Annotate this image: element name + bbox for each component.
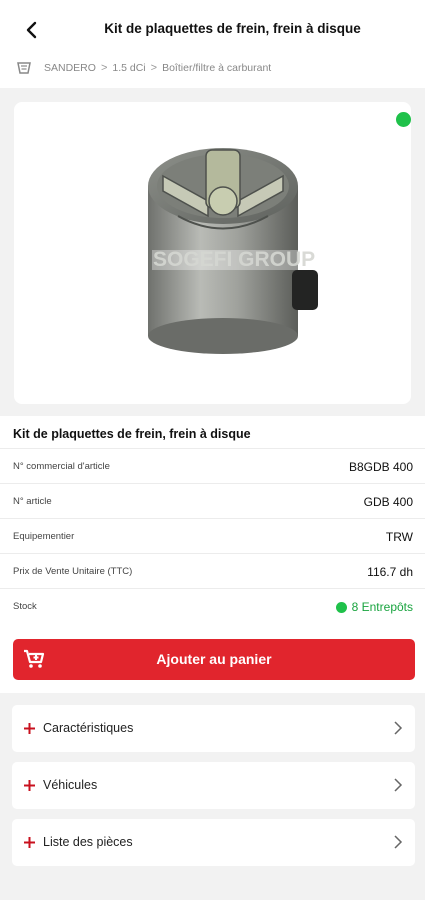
section-label: Liste des pièces [43, 835, 133, 849]
price-value: 116.7 dh [367, 565, 413, 579]
section-label: Caractéristiques [43, 721, 134, 735]
availability-indicator [396, 112, 411, 127]
fuel-filter-image: SOGEFI GROUP [148, 148, 324, 354]
arrow-left-icon [26, 21, 37, 39]
dacia-logo-icon [16, 60, 32, 76]
stock-value: 8 Entrepôts [351, 600, 413, 614]
stock-dot-icon [335, 601, 347, 613]
add-to-cart-label: Ajouter au panier [156, 651, 272, 667]
spec-value: GDB 400 [363, 495, 413, 509]
spec-row-commercial-number: N° commercial d'article B8GDB 400 [0, 448, 425, 483]
spec-row-manufacturer: Equipementier TRW [0, 518, 425, 553]
page-title: Kit de plaquettes de frein, frein à disq… [104, 21, 361, 36]
section-parts-list[interactable]: Liste des pièces [12, 819, 415, 866]
spec-label: Prix de Vente Unitaire (TTC) [13, 566, 133, 577]
spec-row-article-number: N° article GDB 400 [0, 483, 425, 518]
plus-icon [24, 723, 35, 734]
app-header: Kit de plaquettes de frein, frein à disq… [0, 0, 425, 88]
plus-icon [24, 837, 35, 848]
spec-label: Stock [13, 601, 37, 612]
breadcrumb: SANDERO > 1.5 dCi > Boîtier/filtre à car… [16, 60, 271, 76]
spec-label: N° article [13, 496, 52, 507]
product-info-panel: Kit de plaquettes de frein, frein à disq… [0, 416, 425, 693]
spec-label: N° commercial d'article [13, 461, 110, 472]
spec-row-price: Prix de Vente Unitaire (TTC) 116.7 dh [0, 553, 425, 588]
stock-status[interactable]: 8 Entrepôts [335, 600, 413, 614]
plus-icon [24, 780, 35, 791]
breadcrumb-separator: > [150, 62, 158, 74]
spec-row-stock: Stock 8 Entrepôts [0, 588, 425, 623]
product-image-card: SOGEFI GROUP [14, 102, 411, 404]
chevron-right-icon [394, 778, 403, 792]
spec-label: Equipementier [13, 531, 75, 542]
breadcrumb-item-category[interactable]: Boîtier/filtre à carburant [162, 62, 271, 74]
spec-value: TRW [385, 530, 413, 544]
chevron-right-icon [394, 835, 403, 849]
spec-value: B8GDB 400 [348, 460, 413, 474]
product-title: Kit de plaquettes de frein, frein à disq… [13, 427, 251, 441]
chevron-right-icon [394, 721, 403, 735]
section-vehicles[interactable]: Véhicules [12, 762, 415, 809]
breadcrumb-item-model[interactable]: SANDERO [44, 62, 96, 74]
watermark-text: SOGEFI GROUP [153, 248, 315, 271]
back-button[interactable] [16, 14, 48, 46]
breadcrumb-item-engine[interactable]: 1.5 dCi [112, 62, 145, 74]
section-label: Véhicules [43, 778, 98, 792]
breadcrumb-separator: > [100, 62, 108, 74]
add-to-cart-button[interactable]: Ajouter au panier [13, 639, 415, 680]
section-characteristics[interactable]: Caractéristiques [12, 705, 415, 752]
